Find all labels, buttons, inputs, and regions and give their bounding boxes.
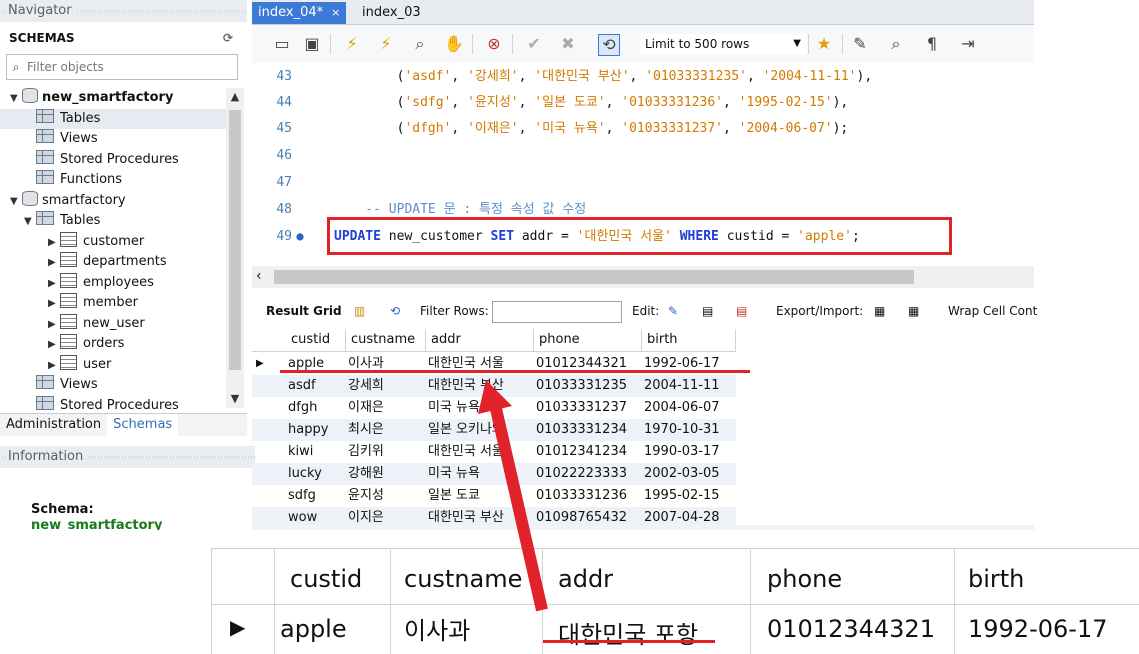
arrow-shaft: [488, 398, 548, 612]
zoom-underline-annotation: [543, 640, 715, 643]
arrow-head: [478, 380, 512, 414]
arrow-annotation: [478, 380, 548, 612]
